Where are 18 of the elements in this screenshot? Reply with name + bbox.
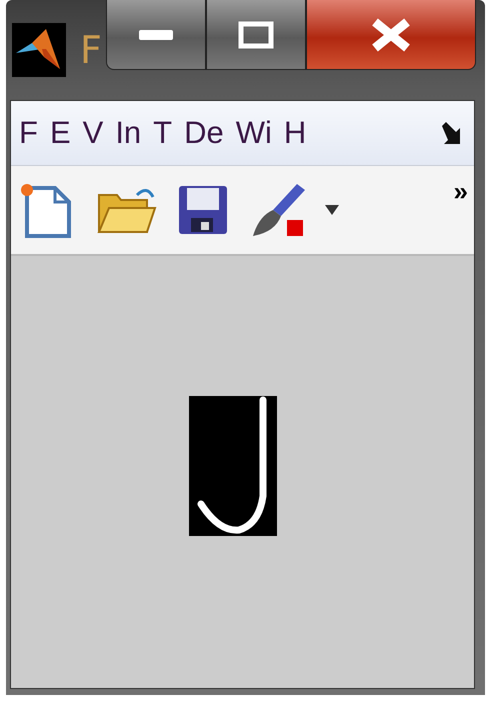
close-button[interactable] <box>306 0 476 70</box>
toolbar-overflow-button[interactable]: » <box>454 176 468 207</box>
menu-item[interactable]: H <box>284 115 306 151</box>
menu-item[interactable]: Wi <box>236 115 272 151</box>
menu-item[interactable]: T <box>153 115 172 151</box>
minimize-icon <box>139 30 173 40</box>
minimize-button[interactable] <box>106 0 206 70</box>
maximize-button[interactable] <box>206 0 306 70</box>
app-logo-icon <box>12 23 66 77</box>
menu-item[interactable]: E <box>50 115 71 151</box>
menu-item[interactable]: V <box>82 115 104 151</box>
menu-item[interactable]: F <box>19 115 38 151</box>
toolbar-button[interactable] <box>177 184 229 236</box>
menu-item[interactable]: In <box>115 115 142 151</box>
menu-item[interactable]: De <box>184 115 224 151</box>
window-title: F <box>80 31 102 69</box>
maximize-icon <box>238 20 274 48</box>
dropdown-caret-icon[interactable] <box>325 205 339 215</box>
